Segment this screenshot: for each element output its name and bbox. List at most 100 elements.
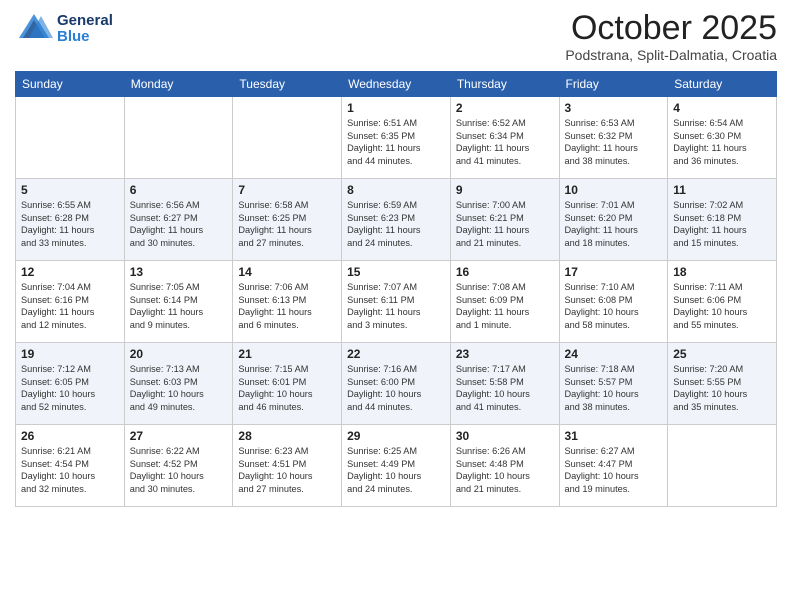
day-number: 6 [130,183,228,197]
table-row: 24Sunrise: 7:18 AM Sunset: 5:57 PM Dayli… [559,343,668,425]
day-info: Sunrise: 7:02 AM Sunset: 6:18 PM Dayligh… [673,199,771,249]
day-number: 16 [456,265,554,279]
location-subtitle: Podstrana, Split-Dalmatia, Croatia [565,47,777,63]
day-number: 20 [130,347,228,361]
table-row: 21 Sunrise: 7:15 AM Sunset: 6:01 PM Dayli… [233,343,342,425]
table-row: 31Sunrise: 6:27 AM Sunset: 4:47 PM Dayli… [559,425,668,507]
table-row: 28 Sunrise: 6:23 AM Sunset: 4:51 PM Dayli… [233,425,342,507]
calendar-table: Sunday Monday Tuesday Wednesday Thursday… [15,71,777,507]
day-info: Sunrise: 6:59 AM Sunset: 6:23 PM Dayligh… [347,199,445,249]
day-number: 11 [673,183,771,197]
day-info: Sunrise: 6:25 AM Sunset: 4:49 PM Dayligh… [347,445,445,495]
day-number: 26 [21,429,119,443]
day-number: 13 [130,265,228,279]
table-row: 16 Sunrise: 7:08 AM Sunset: 6:09 PM Dayli… [450,261,559,343]
day-number: 1 [347,101,445,115]
logo-text: General Blue [57,13,113,46]
day-info: Sunrise: 7:01 AM Sunset: 6:20 PM Dayligh… [565,199,663,249]
col-friday: Friday [559,72,668,97]
day-info: Sunrise: 6:53 AM Sunset: 6:32 PM Dayligh… [565,117,663,167]
table-row: 17 Sunrise: 7:10 AM Sunset: 6:08 PM Dayli… [559,261,668,343]
table-row: 1 Sunrise: 6:51 AM Sunset: 6:35 PM Daylig… [342,97,451,179]
day-number: 21 [238,347,336,361]
calendar-header-row: Sunday Monday Tuesday Wednesday Thursday… [16,72,777,97]
table-row: 8 Sunrise: 6:59 AM Sunset: 6:23 PM Daylig… [342,179,451,261]
day-number: 28 [238,429,336,443]
header: General Blue October 2025 Podstrana, Spl… [15,10,777,63]
day-info: Sunrise: 7:08 AM Sunset: 6:09 PM Dayligh… [456,281,554,331]
col-monday: Monday [124,72,233,97]
col-wednesday: Wednesday [342,72,451,97]
month-title: October 2025 [565,10,777,47]
day-info: Sunrise: 6:23 AM Sunset: 4:51 PM Dayligh… [238,445,336,495]
day-info: Sunrise: 7:12 AM Sunset: 6:05 PM Dayligh… [21,363,119,413]
day-number: 15 [347,265,445,279]
table-row [16,97,125,179]
day-info: Sunrise: 7:17 AM Sunset: 5:58 PM Dayligh… [456,363,554,413]
day-number: 19 [21,347,119,361]
day-info: Sunrise: 7:07 AM Sunset: 6:11 PM Dayligh… [347,281,445,331]
title-block: October 2025 Podstrana, Split-Dalmatia, … [565,10,777,63]
day-info: Sunrise: 6:22 AM Sunset: 4:52 PM Dayligh… [130,445,228,495]
day-info: Sunrise: 7:11 AM Sunset: 6:06 PM Dayligh… [673,281,771,331]
table-row: 13Sunrise: 7:05 AM Sunset: 6:14 PM Dayli… [124,261,233,343]
day-info: Sunrise: 6:21 AM Sunset: 4:54 PM Dayligh… [21,445,119,495]
table-row: 4Sunrise: 6:54 AM Sunset: 6:30 PM Daylig… [668,97,777,179]
day-number: 10 [565,183,663,197]
col-saturday: Saturday [668,72,777,97]
day-info: Sunrise: 6:51 AM Sunset: 6:35 PM Dayligh… [347,117,445,167]
day-number: 12 [21,265,119,279]
day-number: 3 [565,101,663,115]
table-row: 12 Sunrise: 7:04 AM Sunset: 6:16 PM Dayli… [16,261,125,343]
table-row: 3 Sunrise: 6:53 AM Sunset: 6:32 PM Daylig… [559,97,668,179]
day-number: 24 [565,347,663,361]
table-row [233,97,342,179]
day-number: 5 [21,183,119,197]
day-number: 23 [456,347,554,361]
calendar-week-row: 1 Sunrise: 6:51 AM Sunset: 6:35 PM Daylig… [16,97,777,179]
day-number: 17 [565,265,663,279]
logo-blue-text: Blue [57,29,113,46]
table-row: 6 Sunrise: 6:56 AM Sunset: 6:27 PM Daylig… [124,179,233,261]
day-info: Sunrise: 7:20 AM Sunset: 5:55 PM Dayligh… [673,363,771,413]
table-row: 18 Sunrise: 7:11 AM Sunset: 6:06 PM Dayli… [668,261,777,343]
calendar-week-row: 19 Sunrise: 7:12 AM Sunset: 6:05 PM Dayli… [16,343,777,425]
day-info: Sunrise: 7:15 AM Sunset: 6:01 PM Dayligh… [238,363,336,413]
table-row: 14Sunrise: 7:06 AM Sunset: 6:13 PM Dayli… [233,261,342,343]
day-number: 22 [347,347,445,361]
day-number: 14 [238,265,336,279]
day-number: 8 [347,183,445,197]
day-info: Sunrise: 7:10 AM Sunset: 6:08 PM Dayligh… [565,281,663,331]
day-number: 30 [456,429,554,443]
table-row [124,97,233,179]
day-number: 2 [456,101,554,115]
day-info: Sunrise: 6:52 AM Sunset: 6:34 PM Dayligh… [456,117,554,167]
table-row: 9 Sunrise: 7:00 AM Sunset: 6:21 PM Daylig… [450,179,559,261]
table-row: 7Sunrise: 6:58 AM Sunset: 6:25 PM Daylig… [233,179,342,261]
logo-icon [15,10,53,48]
table-row: 22 Sunrise: 7:16 AM Sunset: 6:00 PM Dayli… [342,343,451,425]
day-info: Sunrise: 7:04 AM Sunset: 6:16 PM Dayligh… [21,281,119,331]
table-row: 19 Sunrise: 7:12 AM Sunset: 6:05 PM Dayli… [16,343,125,425]
table-row: 20Sunrise: 7:13 AM Sunset: 6:03 PM Dayli… [124,343,233,425]
day-info: Sunrise: 7:16 AM Sunset: 6:00 PM Dayligh… [347,363,445,413]
table-row: 30 Sunrise: 6:26 AM Sunset: 4:48 PM Dayli… [450,425,559,507]
col-tuesday: Tuesday [233,72,342,97]
day-info: Sunrise: 7:00 AM Sunset: 6:21 PM Dayligh… [456,199,554,249]
day-number: 18 [673,265,771,279]
day-info: Sunrise: 6:58 AM Sunset: 6:25 PM Dayligh… [238,199,336,249]
day-number: 25 [673,347,771,361]
table-row: 5 Sunrise: 6:55 AM Sunset: 6:28 PM Daylig… [16,179,125,261]
day-info: Sunrise: 6:27 AM Sunset: 4:47 PM Dayligh… [565,445,663,495]
table-row [668,425,777,507]
day-info: Sunrise: 6:56 AM Sunset: 6:27 PM Dayligh… [130,199,228,249]
table-row: 11 Sunrise: 7:02 AM Sunset: 6:18 PM Dayli… [668,179,777,261]
calendar-week-row: 26 Sunrise: 6:21 AM Sunset: 4:54 PM Dayli… [16,425,777,507]
day-info: Sunrise: 6:26 AM Sunset: 4:48 PM Dayligh… [456,445,554,495]
col-sunday: Sunday [16,72,125,97]
calendar-week-row: 5 Sunrise: 6:55 AM Sunset: 6:28 PM Daylig… [16,179,777,261]
day-info: Sunrise: 6:55 AM Sunset: 6:28 PM Dayligh… [21,199,119,249]
page: General Blue October 2025 Podstrana, Spl… [0,0,792,612]
day-number: 9 [456,183,554,197]
table-row: 26 Sunrise: 6:21 AM Sunset: 4:54 PM Dayli… [16,425,125,507]
